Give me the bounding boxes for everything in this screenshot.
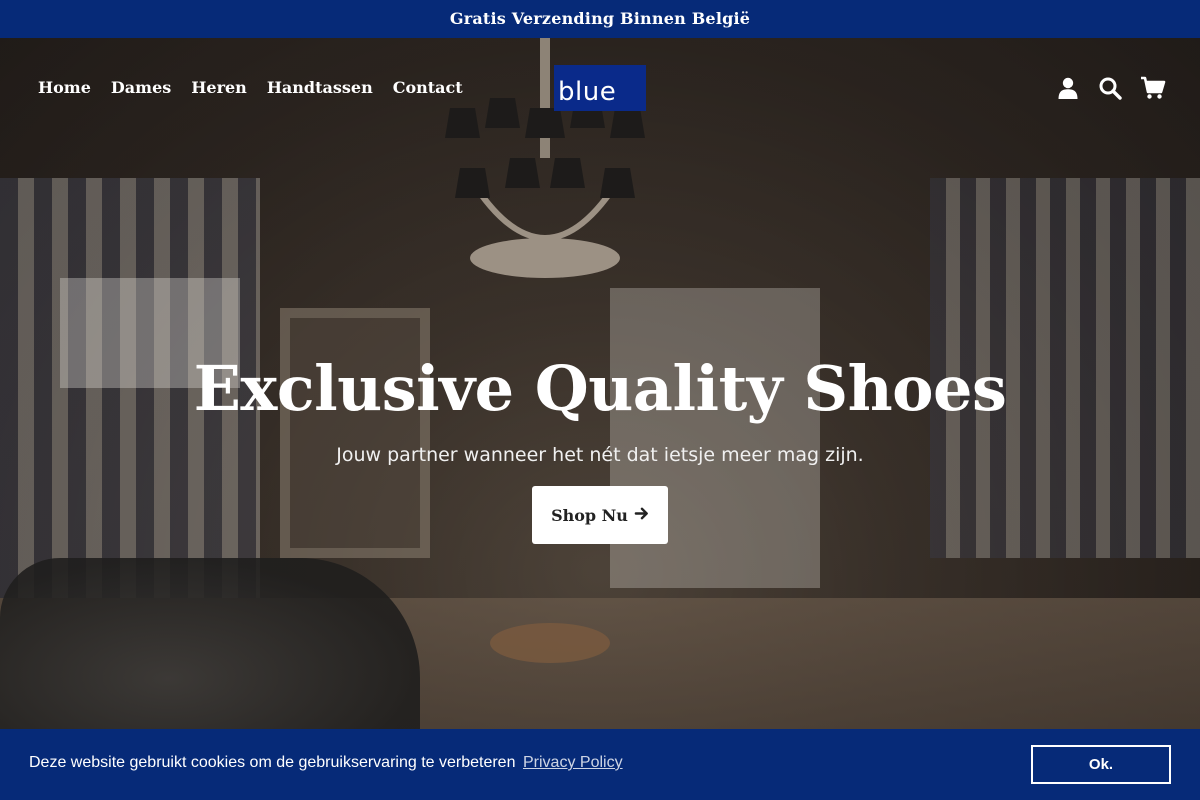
display-table [490,623,610,663]
announcement-bar: Gratis Verzending Binnen België [0,0,1200,38]
cookie-accept-button[interactable]: Ok. [1031,745,1171,784]
arrow-right-icon [634,506,649,525]
store-mirror [280,308,430,558]
cart-icon[interactable] [1140,76,1166,100]
announcement-text: Gratis Verzending Binnen België [449,9,751,28]
logo-text: blue [558,77,617,107]
hero-subtitle: Jouw partner wanneer het nét dat ietsje … [336,444,864,466]
cookie-banner: Deze website gebruikt cookies om de gebr… [0,729,1200,800]
shop-now-label: Shop Nu [551,505,628,525]
nav-heren[interactable]: Heren [191,78,247,97]
header-icons [1056,76,1166,100]
privacy-policy-link[interactable]: Privacy Policy [523,754,623,772]
nav-dames[interactable]: Dames [111,78,171,97]
brand-logo[interactable]: blue [554,65,646,111]
nav-home[interactable]: Home [38,78,91,97]
hero-title: Exclusive Quality Shoes [193,352,1007,425]
cookie-message: Deze website gebruikt cookies om de gebr… [29,754,516,771]
nav-contact[interactable]: Contact [393,78,463,97]
user-icon[interactable] [1056,76,1080,100]
search-icon[interactable] [1098,76,1122,100]
shop-now-button[interactable]: Shop Nu [532,486,668,544]
nav-handtassen[interactable]: Handtassen [267,78,373,97]
main-nav: Home Dames Heren Handtassen Contact [38,78,463,97]
